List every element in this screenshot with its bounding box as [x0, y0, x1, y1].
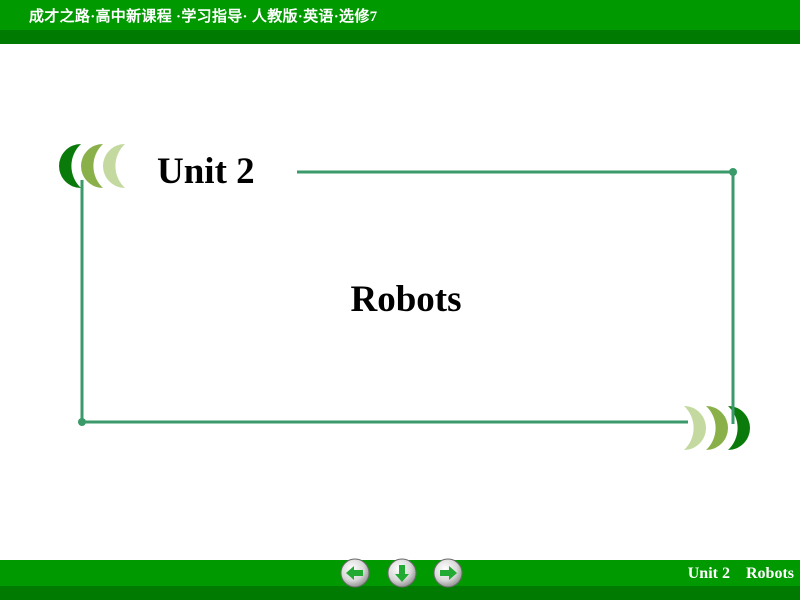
crescent-mid-icon	[81, 144, 103, 188]
crescent-light-icon	[684, 406, 706, 450]
menu-button[interactable]	[386, 557, 418, 589]
unit-title: Unit 2	[157, 151, 255, 192]
crescent-dark-icon	[59, 144, 81, 188]
next-button[interactable]	[432, 557, 464, 589]
frame-corner-dot-tr	[729, 168, 737, 176]
crescent-decoration-left	[59, 144, 125, 188]
crescent-light-icon	[103, 144, 125, 188]
previous-button[interactable]	[339, 557, 371, 589]
crescent-mid-icon	[706, 406, 728, 450]
frame-right-line-overlay	[731, 398, 735, 424]
lesson-title: Robots	[350, 279, 462, 320]
footer-label: Unit 2 Robots	[688, 565, 794, 583]
frame-corner-dot-bl	[78, 418, 86, 426]
footer-unit: Unit 2	[687, 565, 730, 582]
footer-topic: Robots	[745, 565, 794, 582]
